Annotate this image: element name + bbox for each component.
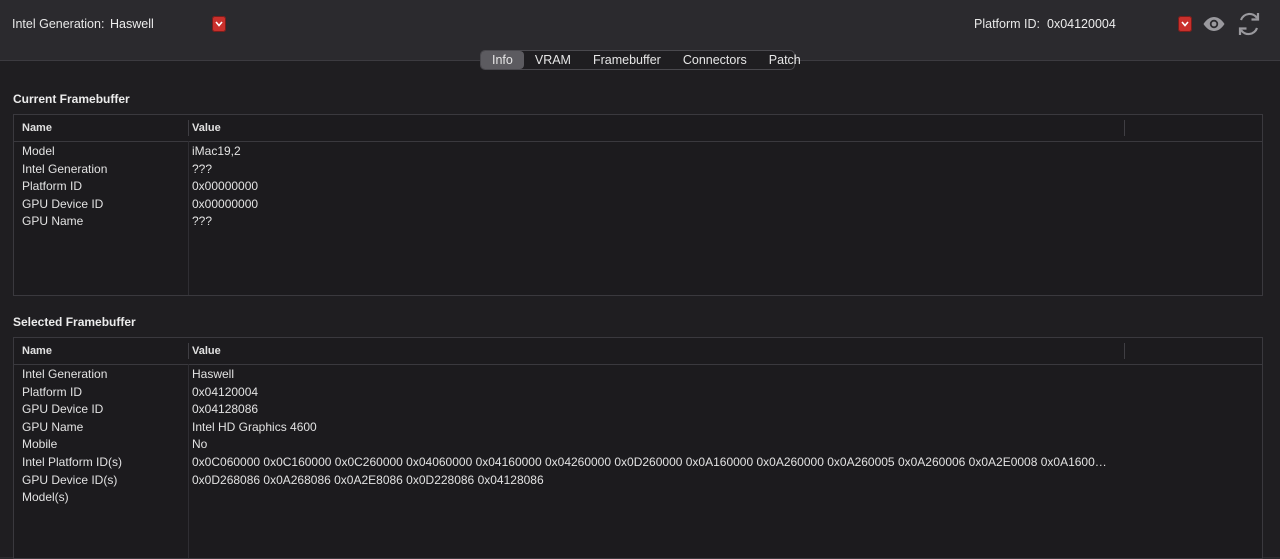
table-row[interactable]: GPU Device ID 0x00000000 bbox=[14, 195, 1262, 213]
row-value: iMac19,2 bbox=[192, 144, 241, 158]
row-value: 0x0C060000 0x0C160000 0x0C260000 0x04060… bbox=[192, 455, 1107, 469]
row-value: ??? bbox=[192, 214, 213, 229]
row-name: Intel Generation bbox=[22, 367, 108, 381]
eye-icon[interactable] bbox=[1202, 15, 1226, 38]
column-divider[interactable] bbox=[1124, 120, 1125, 136]
row-name: Model(s) bbox=[22, 490, 69, 505]
row-name: GPU Device ID bbox=[22, 402, 104, 417]
tab-framebuffer[interactable]: Framebuffer bbox=[582, 51, 672, 69]
column-divider[interactable] bbox=[188, 120, 189, 136]
row-name: Intel Platform ID(s) bbox=[22, 455, 123, 469]
intel-generation-select[interactable]: Haswell bbox=[110, 15, 226, 35]
table-row[interactable]: GPU Device ID(s) 0x0D268086 0x0A268086 0… bbox=[14, 471, 1262, 489]
row-name: Mobile bbox=[22, 437, 58, 452]
tab-patch[interactable]: Patch bbox=[758, 51, 812, 69]
row-name: GPU Name bbox=[22, 214, 84, 229]
tab-bar: Info VRAM Framebuffer Connectors Patch bbox=[480, 50, 801, 70]
column-header-value[interactable]: Value bbox=[192, 122, 221, 134]
row-value: 0x00000000 bbox=[192, 179, 259, 194]
table-row[interactable]: GPU Name Intel HD Graphics 4600 bbox=[14, 418, 1262, 436]
refresh-icon[interactable] bbox=[1237, 11, 1261, 42]
column-divider[interactable] bbox=[1124, 343, 1125, 359]
intel-generation-label: Intel Generation: bbox=[12, 17, 105, 31]
table-row[interactable]: Intel Platform ID(s) 0x0C060000 0x0C1600… bbox=[14, 453, 1262, 471]
row-value: 0x00000000 bbox=[192, 196, 259, 211]
tab-connectors[interactable]: Connectors bbox=[672, 51, 758, 69]
row-name: GPU Device ID(s) bbox=[22, 472, 118, 487]
platform-id-value: 0x04120004 bbox=[1047, 17, 1116, 31]
table-row[interactable]: Intel Generation ??? bbox=[14, 160, 1262, 178]
table-row[interactable]: Model iMac19,2 bbox=[14, 142, 1262, 160]
current-framebuffer-title: Current Framebuffer bbox=[13, 92, 130, 106]
table-header: Name Value bbox=[14, 338, 1262, 365]
tab-vram[interactable]: VRAM bbox=[524, 51, 582, 69]
table-row[interactable]: GPU Device ID 0x04128086 bbox=[14, 400, 1262, 418]
row-name: Platform ID bbox=[22, 179, 83, 194]
column-header-name[interactable]: Name bbox=[22, 345, 52, 357]
selected-framebuffer-title: Selected Framebuffer bbox=[13, 315, 136, 329]
row-name: Model bbox=[22, 144, 55, 158]
chevron-down-icon bbox=[212, 16, 226, 32]
row-value: 0x0D268086 0x0A268086 0x0A2E8086 0x0D228… bbox=[192, 472, 544, 487]
row-name: GPU Name bbox=[22, 419, 84, 434]
platform-id-label: Platform ID: bbox=[974, 17, 1040, 31]
row-value: Intel HD Graphics 4600 bbox=[192, 419, 317, 434]
selected-framebuffer-table[interactable]: Name Value Intel Generation Haswell Plat… bbox=[13, 337, 1263, 559]
table-row[interactable]: Mobile No bbox=[14, 435, 1262, 453]
row-value: 0x04120004 bbox=[192, 384, 259, 399]
table-row[interactable]: GPU Name ??? bbox=[14, 212, 1262, 230]
row-value: 0x04128086 bbox=[192, 402, 259, 417]
platform-id-select[interactable]: 0x04120004 bbox=[1047, 15, 1192, 35]
row-name: Intel Generation bbox=[22, 161, 108, 176]
table-row[interactable]: Intel Generation Haswell bbox=[14, 365, 1262, 383]
intel-generation-value: Haswell bbox=[110, 17, 154, 31]
row-value: No bbox=[192, 437, 208, 452]
table-header: Name Value bbox=[14, 115, 1262, 142]
table-row[interactable]: Platform ID 0x04120004 bbox=[14, 383, 1262, 401]
chevron-down-icon bbox=[1178, 16, 1192, 32]
column-header-name[interactable]: Name bbox=[22, 122, 52, 134]
row-name: GPU Device ID bbox=[22, 196, 104, 211]
table-row[interactable]: Model(s) bbox=[14, 488, 1262, 506]
row-value: Haswell bbox=[192, 367, 235, 381]
column-divider[interactable] bbox=[188, 343, 189, 359]
current-framebuffer-table[interactable]: Name Value Model iMac19,2 Intel Generati… bbox=[13, 114, 1263, 296]
row-value: ??? bbox=[192, 161, 213, 176]
tab-info[interactable]: Info bbox=[481, 51, 524, 69]
row-name: Platform ID bbox=[22, 384, 83, 399]
table-row[interactable]: Platform ID 0x00000000 bbox=[14, 177, 1262, 195]
column-header-value[interactable]: Value bbox=[192, 345, 221, 357]
